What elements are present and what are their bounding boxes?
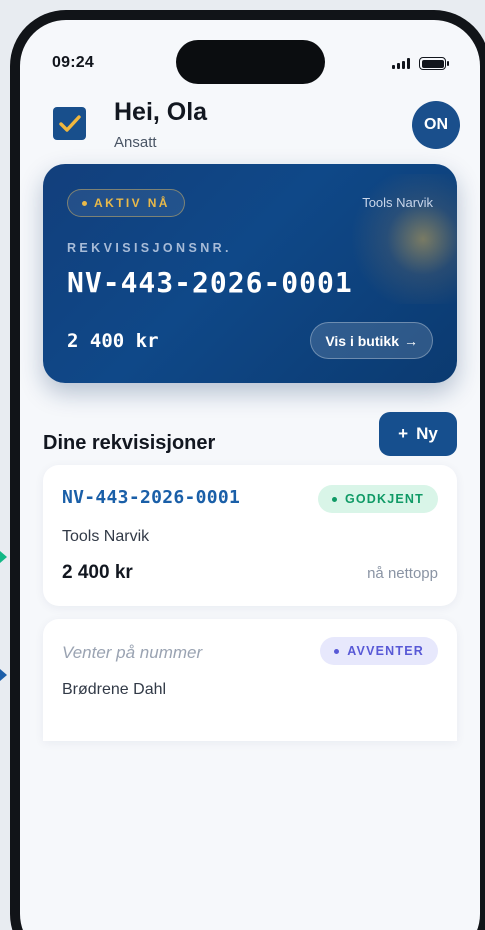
greeting-title: Hei, Ola bbox=[114, 98, 208, 126]
active-dot-icon bbox=[82, 200, 87, 206]
item-store: Tools Narvik bbox=[62, 528, 150, 545]
plus-icon: + bbox=[398, 424, 409, 443]
requisition-list-item[interactable]: Venter på nummer AVVENTER Brødrene Dahl bbox=[43, 619, 457, 741]
user-avatar[interactable]: ON bbox=[412, 101, 460, 149]
active-status-label: AKTIV NÅ bbox=[94, 196, 170, 210]
requisition-number: NV-443-2026-0001 bbox=[67, 266, 353, 299]
show-in-store-label: Vis i butikk bbox=[325, 332, 399, 349]
item-number: NV-443-2026-0001 bbox=[62, 487, 241, 508]
edge-indicator-blue bbox=[0, 669, 7, 681]
header: Hei, Ola Ansatt ON bbox=[53, 98, 460, 158]
item-number-pending: Venter på nummer bbox=[62, 643, 203, 662]
status-bar: 09:24 bbox=[20, 20, 480, 84]
status-time: 09:24 bbox=[52, 54, 94, 71]
item-store: Brødrene Dahl bbox=[62, 681, 167, 698]
app-logo-checkbox-icon bbox=[53, 107, 86, 140]
new-requisition-button[interactable]: + Ny bbox=[379, 412, 457, 456]
item-timestamp: nå nettopp bbox=[367, 565, 438, 582]
arrow-right-icon: → bbox=[404, 332, 418, 349]
requisition-amount: 2 400 kr bbox=[67, 330, 159, 352]
show-in-store-button[interactable]: Vis i butikk → bbox=[310, 322, 433, 359]
requisition-number-label: REKVISISJONSNR. bbox=[67, 241, 232, 255]
active-status-pill: AKTIV NÅ bbox=[67, 189, 185, 217]
battery-icon bbox=[419, 57, 449, 70]
avatar-initials: ON bbox=[424, 116, 448, 133]
section-title: Dine rekvisisjoner bbox=[43, 432, 216, 454]
status-dot-icon bbox=[331, 496, 337, 502]
status-badge-label: GODKJENT bbox=[344, 492, 424, 506]
active-requisition-card[interactable]: AKTIV NÅ Tools Narvik REKVISISJONSNR. NV… bbox=[43, 164, 457, 383]
dynamic-island bbox=[176, 40, 325, 84]
user-role: Ansatt bbox=[114, 134, 157, 151]
status-badge-label: AVVENTER bbox=[347, 644, 424, 658]
status-badge-pending: AVVENTER bbox=[320, 637, 438, 665]
requisition-list-item[interactable]: NV-443-2026-0001 GODKJENT Tools Narvik 2… bbox=[43, 465, 457, 606]
item-amount: 2 400 kr bbox=[62, 562, 133, 583]
app-screen: 09:24 Hei, Ola Ansatt ON AKTIV NÅ Tools … bbox=[20, 20, 480, 930]
active-store-name: Tools Narvik bbox=[362, 195, 433, 210]
signal-icon bbox=[392, 58, 410, 69]
edge-indicator-green bbox=[0, 551, 7, 563]
new-button-label: Ny bbox=[416, 424, 438, 443]
phone-frame: 09:24 Hei, Ola Ansatt ON AKTIV NÅ Tools … bbox=[10, 10, 485, 930]
status-dot-icon bbox=[334, 648, 340, 654]
card-glow bbox=[343, 174, 457, 304]
status-badge-approved: GODKJENT bbox=[317, 485, 438, 513]
